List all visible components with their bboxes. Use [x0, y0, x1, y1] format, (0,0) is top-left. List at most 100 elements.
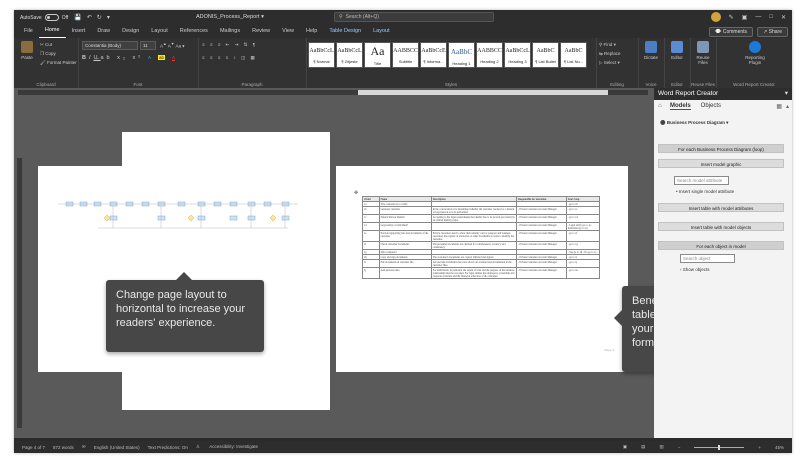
table-cell[interactable]: - go to 1f — [565, 230, 601, 242]
style-heading-2[interactable]: AABBCC Heading 2 — [476, 42, 503, 68]
tab-help[interactable]: Help — [300, 25, 323, 38]
print-layout-icon[interactable]: ▤ — [641, 444, 645, 450]
pane-scroll-icon[interactable]: ▴ — [786, 103, 789, 110]
table-cell[interactable]: All relevant documents that were shown a… — [430, 259, 518, 268]
editor-button[interactable]: Editor — [666, 41, 688, 60]
vertical-ruler[interactable] — [17, 158, 22, 428]
select-button[interactable]: ▷ Select ▾ — [599, 60, 620, 66]
web-layout-icon[interactable]: ▥ — [659, 444, 663, 450]
font-size-select[interactable]: 11 — [140, 41, 156, 50]
table-cell[interactable]: Generate customer — [378, 206, 432, 215]
table-cell[interactable]: According to the legal requirements the … — [430, 214, 518, 223]
font-size-buttons[interactable]: A▲ A▼ Aa ▾ — [160, 42, 184, 50]
table-cell[interactable]: Natural Person Identity — [378, 214, 432, 223]
table-cell[interactable] — [430, 222, 518, 231]
table-cell[interactable]: - go to 1c — [565, 206, 601, 215]
table-cell[interactable]: For individuals, in particular the exten… — [430, 267, 518, 279]
table-cell[interactable]: 1i — [362, 259, 380, 268]
table-cell[interactable]: 1d — [362, 222, 380, 231]
table-cell[interactable]: 1f — [362, 241, 380, 250]
table-cell[interactable]: The presented documents are checked for … — [430, 241, 518, 250]
undo-icon[interactable]: ↶ — [87, 14, 92, 21]
font-name-select[interactable]: Constantia (Body) — [82, 41, 138, 50]
for-each-model-button[interactable]: For each Business Process Diagram (loop) — [658, 144, 784, 153]
comments-button[interactable]: 💬 Comments — [709, 27, 754, 37]
style-title[interactable]: Aa Title — [364, 42, 391, 68]
proofing-icon[interactable]: ✉ — [82, 444, 86, 450]
insert-table-objects-button[interactable]: Insert table with model objects — [658, 222, 784, 231]
accessibility-status[interactable]: ♙ Accessibility: Investigate — [196, 444, 258, 450]
table-cell[interactable]: - go to 1k — [565, 267, 601, 279]
close-icon[interactable]: ✕ — [781, 14, 786, 21]
save-icon[interactable]: 💾 — [74, 14, 81, 21]
alignment-buttons[interactable]: ≡ ≡ ≡ ≡ ↕ ◫ ▦ — [202, 55, 257, 61]
format-painter-button[interactable]: 🖌 Format Painter — [40, 60, 77, 66]
table-cell[interactable]: 1e — [362, 230, 380, 242]
table-cell[interactable]: In the conversation it is determined whe… — [430, 206, 518, 215]
table-cell[interactable]: - Legal entity go to 1e - Individual go … — [565, 222, 601, 231]
table-cell[interactable]: Legal entity or individual? — [378, 222, 432, 231]
document-title[interactable]: ADONIS_Process_Report ▾ — [196, 14, 264, 20]
reporting-plugin-button[interactable]: Reporting Plugin — [742, 41, 768, 65]
horizontal-ruler[interactable] — [18, 90, 648, 95]
minimize-icon[interactable]: — — [755, 14, 761, 20]
pen-icon[interactable]: ✎ — [729, 14, 734, 21]
font-color-icon[interactable]: A — [172, 55, 176, 61]
tab-design[interactable]: Design — [116, 25, 145, 38]
table-cell[interactable]: Add personal data — [378, 267, 432, 279]
table-cell[interactable]: - Private Customer Account Manager — [516, 206, 567, 215]
style-list-bullet[interactable]: AaBbC ¶ List Bullet — [532, 42, 559, 68]
pane-settings-icon[interactable]: ▦ — [776, 103, 782, 110]
document-canvas[interactable]: ✥ Order Name Description Responsible for… — [14, 88, 776, 438]
text-predictions-status[interactable]: Text Predictions: On — [148, 445, 188, 450]
user-avatar[interactable] — [710, 12, 721, 22]
table-cell[interactable]: 1b — [362, 206, 380, 215]
table-cell[interactable]: Private customers need to show their ide… — [430, 230, 518, 242]
autosave-toggle[interactable] — [44, 14, 59, 21]
style-information[interactable]: AaBbCcE ¶ Informa... — [420, 42, 447, 68]
replace-button[interactable]: ⇆ Replace — [599, 51, 621, 57]
insert-table-attributes-button[interactable]: Insert table with model attributes — [658, 203, 784, 212]
table-cell[interactable]: 1c — [362, 214, 380, 223]
table-cell[interactable]: - Private Customer Account Manager — [516, 241, 567, 250]
page-count[interactable]: Page 4 of 7 — [22, 445, 45, 450]
focus-icon[interactable]: ▣ — [623, 444, 627, 450]
style-zitjeste[interactable]: AaBbCcL ¶ Zitjeste — [336, 42, 363, 68]
model-type-selector[interactable]: ⚫ Business Process Diagram ▾ — [660, 120, 728, 126]
table-cell[interactable]: Provide supporting data and documents of… — [378, 230, 432, 242]
find-button[interactable]: ⚲ Find ▾ — [599, 42, 616, 48]
page-landscape-table[interactable]: ✥ Order Name Description Responsible for… — [336, 166, 628, 372]
style-subtitle[interactable]: AABBCC Subtitle — [392, 42, 419, 68]
table-cell[interactable]: - Private Customer Account Manager — [516, 214, 567, 223]
share-button[interactable]: ↗ Share — [757, 27, 788, 37]
zoom-level[interactable]: 45% — [775, 445, 784, 450]
paste-button[interactable]: Paste — [16, 41, 38, 60]
tab-table-design[interactable]: Table Design — [323, 25, 367, 38]
tab-file[interactable]: File — [18, 25, 39, 38]
search-object-input[interactable]: Search object — [680, 254, 735, 263]
show-objects-toggle[interactable]: › Show objects — [680, 267, 710, 272]
table-cell[interactable]: Check customer documents — [378, 241, 432, 250]
table-cell[interactable]: 1j — [362, 267, 380, 279]
tab-view[interactable]: View — [276, 25, 300, 38]
reuse-files-button[interactable]: Reuse Files — [692, 41, 714, 65]
tab-table-layout[interactable]: Layout — [367, 25, 396, 38]
maximize-icon[interactable]: □ — [769, 14, 773, 20]
table-cell[interactable]: - go to 1j — [565, 259, 601, 268]
redo-icon[interactable]: ↻ — [97, 14, 102, 21]
table-cell[interactable]: - Private Customer Account Manager — [516, 222, 567, 231]
font-format-buttons[interactable]: BIU̶ab x₂ x² — [82, 55, 143, 61]
process-steps-table[interactable]: Order Name Description Responsible for e… — [362, 196, 601, 279]
text-effects-icon[interactable]: A — [148, 55, 151, 60]
search-model-attribute-input[interactable]: Search model attribute — [674, 176, 729, 185]
table-cell[interactable]: File documents in customer file — [378, 259, 432, 268]
copy-button[interactable]: ❐ Copy — [40, 51, 56, 57]
table-cell[interactable]: - go to 1g — [565, 241, 601, 250]
insert-single-attribute-item[interactable]: • Insert single model attribute — [676, 189, 734, 194]
tab-layout[interactable]: Layout — [145, 25, 174, 38]
table-cell[interactable]: - Private Customer Account Manager — [516, 230, 567, 242]
table-cell[interactable]: - Private Customer Account Manager — [516, 267, 567, 279]
customize-toolbar-icon[interactable]: ▾ — [107, 14, 110, 21]
table-cell[interactable]: - go to 1d — [565, 214, 601, 223]
tab-insert[interactable]: Insert — [66, 25, 92, 38]
